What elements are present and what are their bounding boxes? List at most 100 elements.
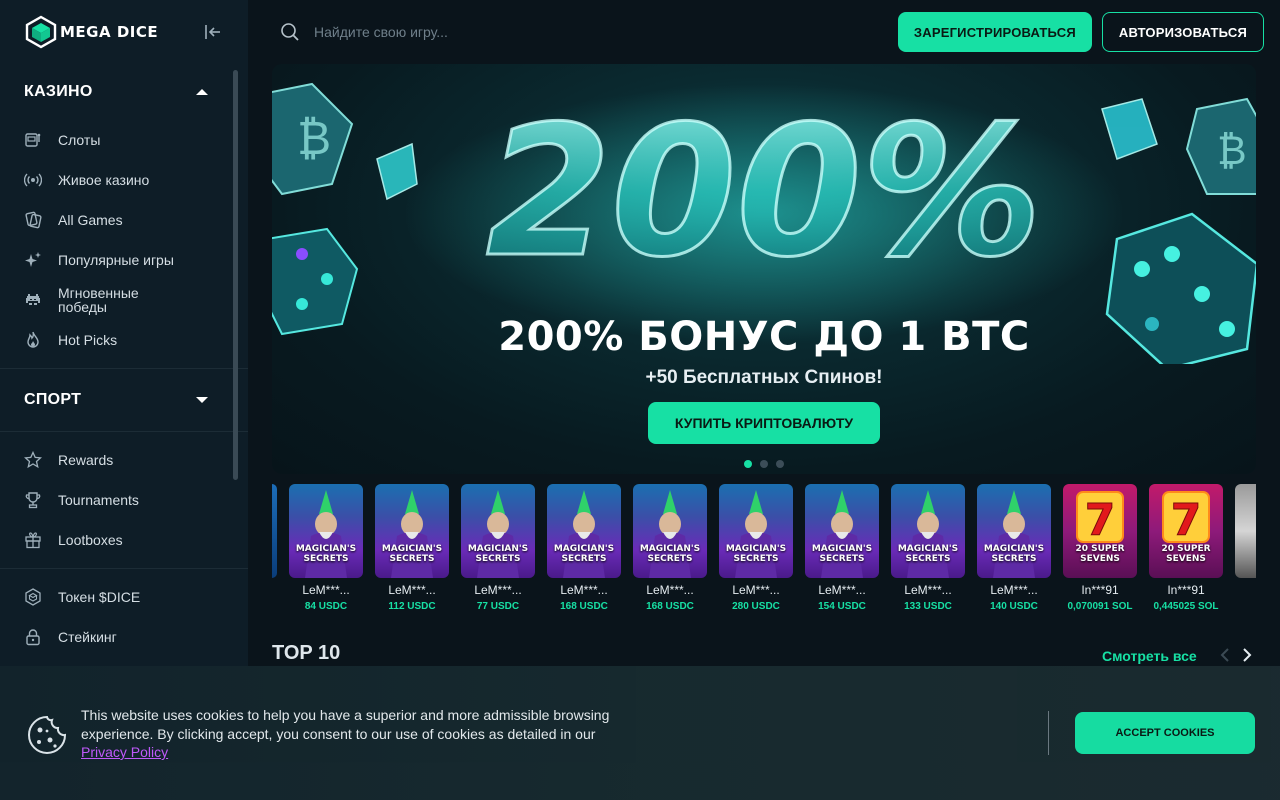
win-card[interactable]: 7 20 SUPER SEVENS In***91 0,070091 SOL [1063,484,1137,612]
win-card[interactable]: MAGICIAN'S SECRETS LeM***... 154 USDC [805,484,879,612]
game-thumbnail: MAGICIAN'S SECRETS [461,484,535,578]
win-player-name: LeM***... [646,583,694,597]
carousel-dot-3[interactable] [776,460,784,468]
win-amount: 16 [1235,601,1256,612]
cards-icon [24,211,42,229]
win-amount: 168 USDC [560,601,608,612]
game-title-text: 20 SUPER SEVENS [1075,544,1125,564]
login-button[interactable]: АВТОРИЗОВАТЬСЯ [1101,12,1264,52]
search-box[interactable] [280,22,898,42]
win-card[interactable]: CIRC Sp 16 [1235,484,1256,612]
sidebar-divider [0,568,248,569]
big-number-text: 200% [486,88,1042,297]
win-amount: 0,070091 SOL [1067,601,1133,612]
game-thumbnail: MAGICIAN'S SECRETS [547,484,621,578]
promo-subtitle: +50 Бесплатных Спинов! [645,367,883,388]
chevron-down-icon [196,397,208,403]
game-title-text: CIRC [1235,544,1256,554]
game-title-text: MAGICIAN'S SECRETS [639,544,701,564]
search-input[interactable] [314,24,614,40]
sidebar-item-lootboxes[interactable]: Lootboxes [0,520,248,560]
sidebar-item-rewards[interactable]: Rewards [0,440,248,480]
sidebar-item-dice-token[interactable]: Токен $DICE [0,577,248,617]
win-amount: 140 USDC [990,601,1038,612]
sidebar-divider [0,368,248,369]
accept-cookies-button[interactable]: ACCEPT COOKIES [1075,712,1255,754]
win-card[interactable]: MAGICIAN'S SECRETS LeM***... 84 USDC [289,484,363,612]
space-invader-icon [24,291,42,309]
sidebar-item-label: Lootboxes [58,532,123,548]
promo-banner[interactable]: 200% ₿ ₿ 200% БОНУС ДО 1 BTC +50 Бесплат… [272,64,1256,474]
sidebar-item-label: Токен $DICE [58,589,141,605]
brand-logo[interactable]: MEGA DICE [24,15,158,49]
game-title-text: MAGICIAN'S SECRETS [725,544,787,564]
sidebar-scrollbar[interactable] [233,70,238,480]
game-thumbnail: MAGICIAN'S SECRETS [719,484,793,578]
sidebar-item-staking[interactable]: Стейкинг [0,617,248,657]
win-player-name: In***91 [1167,583,1205,597]
game-title-text: MAGICIAN'S SECRETS [983,544,1045,564]
sidebar-item-label: Слоты [58,132,101,148]
search-icon [281,23,299,41]
game-title-text: MAGICIAN'S SECRETS [467,544,529,564]
win-card-partial[interactable] [272,484,277,578]
hexagon-token-icon [24,588,42,606]
game-thumbnail: CIRC [1235,484,1256,578]
recent-wins-strip: MAGICIAN'S SECRETS LeM***... 84 USDC MAGICI… [272,484,1256,614]
flame-icon [24,331,42,349]
cookie-message: This website uses cookies to help you ha… [81,706,641,762]
win-card[interactable]: MAGICIAN'S SECRETS LeM***... 280 USDC [719,484,793,612]
sparkles-icon [24,251,42,269]
sidebar-item-slots[interactable]: Слоты [0,120,248,160]
buy-crypto-button[interactable]: КУПИТЬ КРИПТОВАЛЮТУ [648,402,880,444]
sport-section-header[interactable]: СПОРТ [0,377,248,423]
sidebar-item-live-casino[interactable]: Живое казино [0,160,248,200]
register-button[interactable]: ЗАРЕГИСТРИРОВАТЬСЯ [897,12,1092,52]
privacy-policy-link[interactable]: Privacy Policy [81,744,168,760]
win-player-name: LeM***... [904,583,952,597]
win-card[interactable]: MAGICIAN'S SECRETS LeM***... 140 USDC [977,484,1051,612]
chevron-right-icon[interactable] [1238,646,1256,664]
game-thumbnail: MAGICIAN'S SECRETS [289,484,363,578]
sidebar-item-popular-games[interactable]: Популярные игры [0,240,248,280]
sidebar-item-label: Мгновенные победы [58,285,139,315]
bitcoin-crystal-left-icon: ₿ [272,82,354,196]
sidebar-item-instant-wins[interactable]: Мгновенные победы [0,280,248,320]
casino-section-header[interactable]: КАЗИНО [0,64,248,120]
win-amount: 0,445025 SOL [1153,601,1219,612]
sidebar-item-label: Tournaments [58,492,139,508]
win-player-name: LeM***... [732,583,780,597]
sidebar-item-label: Rewards [58,452,114,468]
game-thumbnail: MAGICIAN'S SECRETS [375,484,449,578]
game-thumbnail: MAGICIAN'S SECRETS [977,484,1051,578]
win-card[interactable]: 7 20 SUPER SEVENS In***91 0,445025 SOL [1149,484,1223,612]
carousel-dot-1[interactable] [744,460,752,468]
sidebar-item-tournaments[interactable]: Tournaments [0,480,248,520]
sidebar-item-label: Стейкинг [58,629,117,645]
win-card[interactable]: MAGICIAN'S SECRETS LeM***... 112 USDC [375,484,449,612]
game-title-text: MAGICIAN'S SECRETS [897,544,959,564]
win-card[interactable]: MAGICIAN'S SECRETS LeM***... 168 USDC [547,484,621,612]
win-player-name: LeM***... [302,583,350,597]
carousel-dot-2[interactable] [760,460,768,468]
cookie-consent-bar: This website uses cookies to help you ha… [0,666,1280,800]
chevron-left-icon[interactable] [1216,646,1234,664]
win-card[interactable]: MAGICIAN'S SECRETS LeM***... 168 USDC [633,484,707,612]
see-all-link[interactable]: Смотреть все [1102,648,1197,664]
sidebar-item-label: Живое казино [58,172,150,188]
svg-text:7: 7 [1085,495,1116,546]
sidebar-item-all-games[interactable]: All Games [0,200,248,240]
star-icon [24,451,42,469]
promo-title: 200% БОНУС ДО 1 BTC [498,314,1030,360]
win-player-name: LeM***... [990,583,1038,597]
win-amount: 133 USDC [904,601,952,612]
collapse-sidebar-button[interactable] [202,21,224,43]
win-card[interactable]: MAGICIAN'S SECRETS LeM***... 77 USDC [461,484,535,612]
win-amount: 168 USDC [646,601,694,612]
win-card[interactable]: MAGICIAN'S SECRETS LeM***... 133 USDC [891,484,965,612]
svg-text:₿: ₿ [1217,128,1247,174]
game-thumbnail: MAGICIAN'S SECRETS [805,484,879,578]
sidebar-item-hot-picks[interactable]: Hot Picks [0,320,248,360]
top-bar: ЗАРЕГИСТРИРОВАТЬСЯ АВТОРИЗОВАТЬСЯ [248,0,1280,64]
game-thumbnail: MAGICIAN'S SECRETS [633,484,707,578]
